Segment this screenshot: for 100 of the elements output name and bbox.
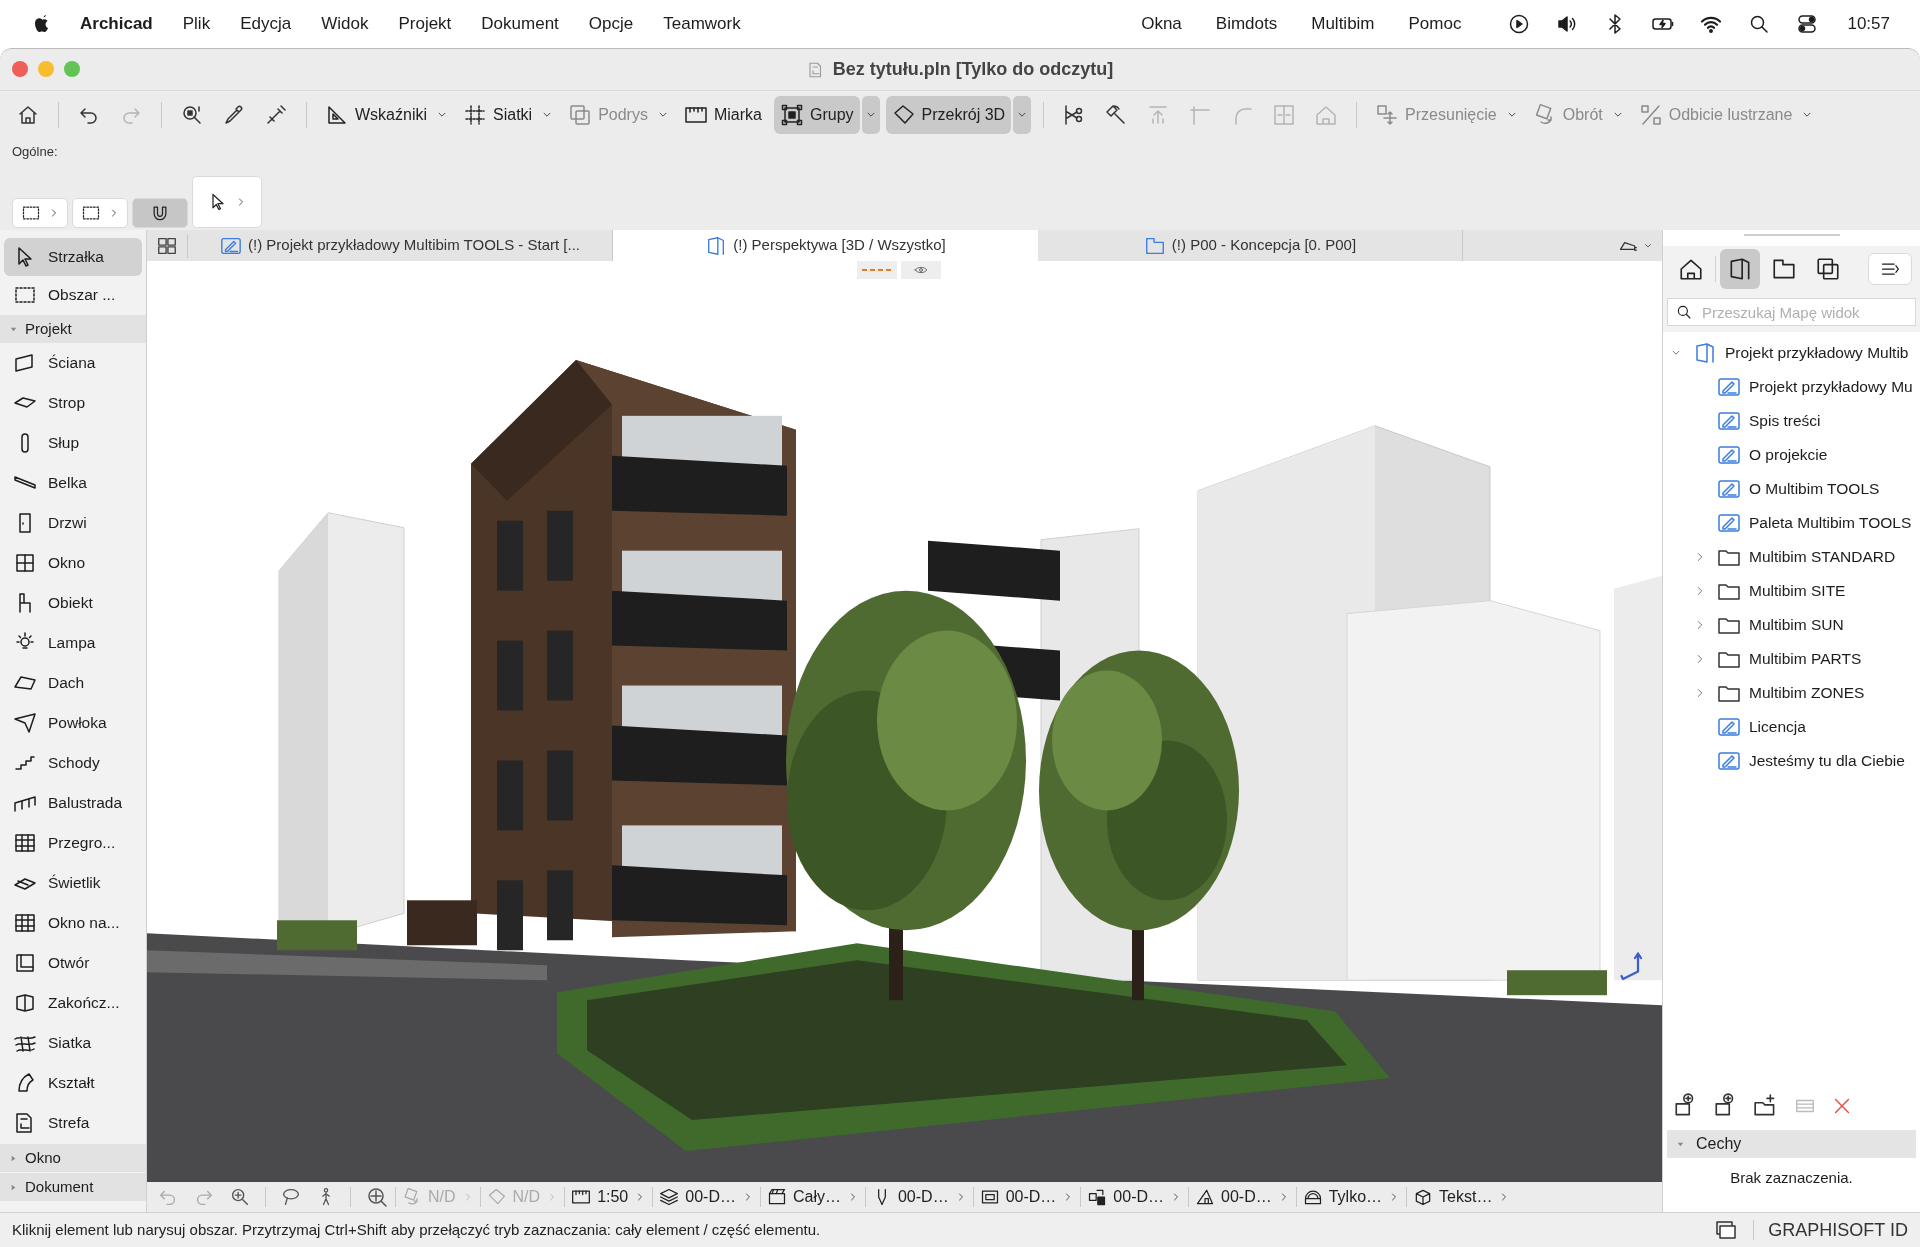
dropdown-button[interactable] [861, 95, 880, 134]
toolbox-group-header[interactable]: Dokument [0, 1173, 146, 1201]
fit-in-window-icon [365, 1185, 389, 1209]
menu-item[interactable]: Okna [1141, 11, 1182, 37]
properties-header[interactable]: Cechy [1667, 1130, 1916, 1158]
toolbar-button[interactable]: Grupy [773, 95, 860, 134]
navigator-view-tab[interactable] [1720, 249, 1760, 289]
layout-icon [1715, 511, 1743, 535]
distance-guide-icon [862, 268, 892, 272]
tool-item[interactable]: Balustrada [4, 784, 142, 822]
house-icon [1195, 1187, 1216, 1207]
tool-item[interactable]: Dach [4, 664, 142, 702]
tool-item[interactable]: Strefa [4, 1104, 142, 1142]
info-tool-button[interactable] [132, 197, 188, 228]
app-menu[interactable]: Archicad [80, 11, 153, 37]
layout-icon [1715, 477, 1743, 501]
layout-icon [1715, 749, 1743, 773]
toolbar-button[interactable]: Siatki [457, 95, 539, 134]
navigator-item[interactable]: Licencja [1693, 715, 1806, 739]
clock: 10:57 [1847, 13, 1890, 36]
tool-item[interactable]: Okno na... [4, 904, 142, 942]
close-button[interactable] [12, 61, 28, 77]
navigator-item[interactable]: Projekt przykładowy Multib [1669, 341, 1909, 365]
menu-item[interactable]: Multibim [1311, 11, 1375, 37]
navigator-item[interactable]: Jesteśmy tu dla Ciebie [1693, 749, 1905, 773]
tool-item[interactable]: Obszar ... [4, 276, 142, 314]
nav-bar-popup[interactable]: Cały… [760, 1183, 865, 1211]
menu-item[interactable]: Opcje [588, 11, 634, 37]
menu-item[interactable]: Widok [321, 11, 369, 37]
curtain-wall-icon [12, 831, 38, 855]
tool-item[interactable]: Belka [4, 464, 142, 502]
properties-message: Brak zaznaczenia. [1730, 1167, 1853, 1188]
tool-item[interactable]: Schody [4, 744, 142, 782]
navigator-item[interactable]: O projekcie [1693, 443, 1828, 467]
brand-link[interactable]: GRAPHISOFT ID [1768, 1216, 1908, 1244]
search-icon [1675, 303, 1693, 321]
toolbox-group-header[interactable]: Okno [0, 1144, 146, 1172]
nav-bar-popup[interactable]: 00-D… [865, 1183, 973, 1211]
layout-icon [1715, 409, 1743, 433]
tool-item[interactable]: Kształt [4, 1064, 142, 1102]
menu-item[interactable]: Edycja [240, 11, 292, 37]
layers-icon [659, 1187, 680, 1207]
menu-item[interactable]: Plik [182, 11, 211, 37]
navigator-item[interactable]: Multibim PARTS [1693, 647, 1862, 671]
tool-item[interactable]: Strzałka [4, 238, 142, 276]
navigator-item[interactable]: Paleta Multibim TOOLS [1693, 511, 1912, 535]
navigator-item[interactable]: O Multibim TOOLS [1693, 477, 1880, 501]
tool-item[interactable]: Lampa [4, 624, 142, 662]
eyedropper-icon [222, 102, 246, 127]
group-icon [779, 102, 804, 127]
search-field[interactable]: Przeszukaj Mapę widok [1667, 298, 1916, 326]
tool-item[interactable]: Strop [4, 384, 142, 422]
tool-item[interactable]: Słup [4, 424, 142, 462]
nav-bar-popup[interactable]: 00-D… [653, 1183, 760, 1211]
nav-bar-popup[interactable]: 00-D… [1189, 1183, 1296, 1211]
navigator-item[interactable]: Multibim STANDARD [1693, 545, 1896, 569]
nav-bar-popup[interactable]: Tylko… [1296, 1183, 1407, 1211]
navigator-item[interactable]: Projekt przykładowy Mu [1693, 375, 1913, 399]
toolbar-button[interactable]: Przekrój 3D [885, 95, 1012, 134]
layout-icon [1715, 715, 1743, 739]
tool-item[interactable]: Zakończ... [4, 984, 142, 1022]
view-tab[interactable]: (!) Perspektywa [3D / Wszystko] [613, 230, 1038, 261]
window-title: Bez tytułu.pln [Tylko do odczytu] [832, 58, 1114, 81]
layout-icon [1715, 375, 1743, 399]
tool-item[interactable]: Powłoka [4, 704, 142, 742]
toolbar-button[interactable]: Miarka [677, 95, 768, 134]
minimize-button[interactable] [38, 61, 54, 77]
menu-item[interactable]: Dokument [481, 11, 559, 37]
status-message: Kliknij element lub narysuj obszar. Przytrzymaj Ctrl+Shift aby przełączyć tryb zaznaczania: cały element / część elementu. [12, 1219, 821, 1240]
zoom-button[interactable] [64, 61, 80, 77]
tool-item[interactable]: Obiekt [4, 584, 142, 622]
tool-item[interactable]: Okno [4, 544, 142, 582]
squares-icon [568, 102, 593, 127]
menu-item[interactable]: Bimdots [1215, 11, 1278, 37]
info-tool-button[interactable] [72, 197, 128, 228]
navigator-item[interactable]: Multibim ZONES [1693, 681, 1865, 705]
navigator-item[interactable]: Spis treści [1693, 409, 1821, 433]
nav-bar-popup[interactable]: 00-D… [973, 1183, 1081, 1211]
tool-item[interactable]: Drzwi [4, 504, 142, 542]
nav-bar-popup[interactable]: 00-D… [1081, 1183, 1189, 1211]
navigator-item[interactable]: Multibim SITE [1693, 579, 1846, 603]
menu-item[interactable]: Teamwork [663, 11, 741, 37]
menu-item[interactable]: Pomoc [1408, 11, 1462, 37]
toolbox-group-header[interactable]: Projekt [0, 315, 146, 343]
toolbar-button[interactable]: Wskaźniki [319, 95, 433, 134]
mirror-icon [1638, 102, 1663, 127]
tool-item[interactable]: Świetlik [4, 864, 142, 902]
tool-item[interactable]: Otwór [4, 944, 142, 982]
menu-item[interactable]: Projekt [398, 11, 452, 37]
tool-item[interactable]: Przegro... [4, 824, 142, 862]
navigator-item[interactable]: Multibim SUN [1693, 613, 1844, 637]
navigator-menu-button[interactable] [1868, 253, 1912, 285]
tool-item[interactable]: Ściana [4, 344, 142, 382]
nav-bar-popup[interactable]: 1:50 [565, 1183, 653, 1211]
nav-bar-popup[interactable]: Tekst… [1407, 1183, 1517, 1211]
dropdown-button[interactable] [1013, 95, 1032, 134]
window-grid-icon [12, 911, 38, 935]
tool-item[interactable]: Siatka [4, 1024, 142, 1062]
info-tool-button[interactable] [12, 197, 68, 228]
zoom-in-icon [229, 1186, 251, 1208]
